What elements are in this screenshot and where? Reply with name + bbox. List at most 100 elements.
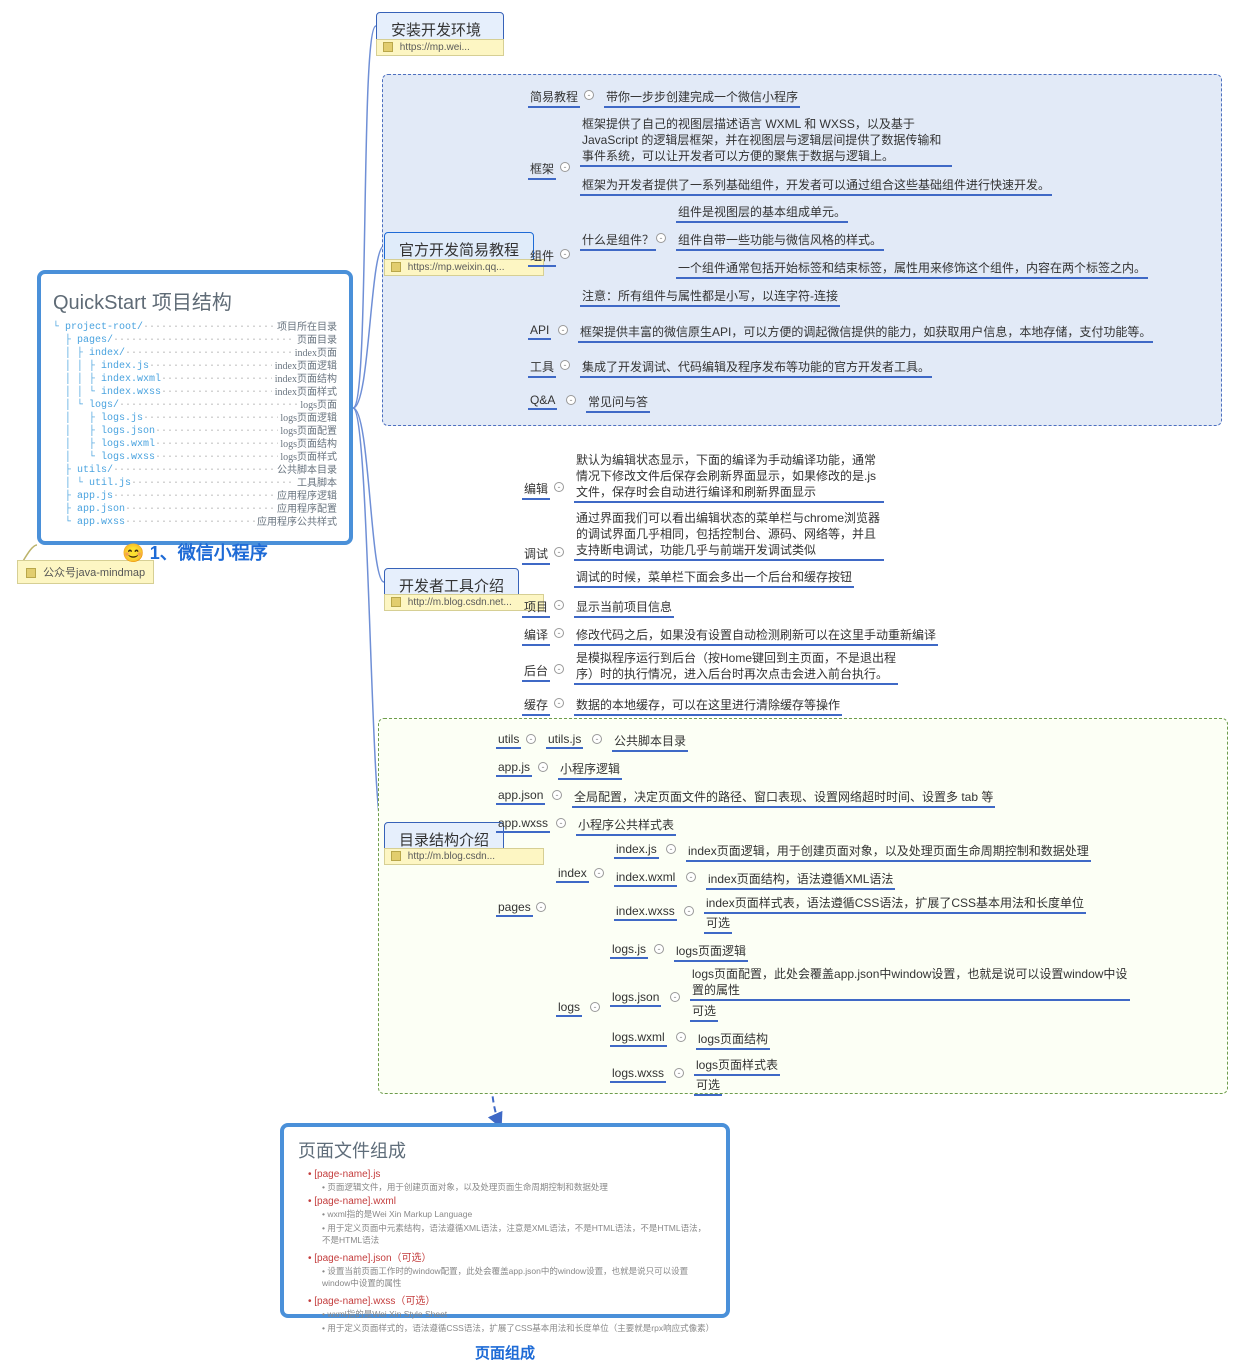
card1-title: QuickStart 项目结构	[53, 286, 337, 315]
expand-dot[interactable]	[536, 902, 546, 912]
node-api[interactable]: API	[528, 323, 551, 340]
node-logs[interactable]: logs	[556, 1000, 582, 1017]
node-logsjson-desc: logs页面配置，此处会覆盖app.json中window设置，也就是说可以设置…	[690, 966, 1130, 1001]
note-icon	[391, 262, 401, 272]
node-logswxss-desc: logs页面样式表	[694, 1056, 780, 1076]
node-pages[interactable]: pages	[496, 900, 533, 917]
directory-tree: └ project-root/ ························…	[53, 321, 337, 529]
node-index[interactable]: index	[556, 866, 589, 883]
node-project-desc: 显示当前项目信息	[574, 598, 674, 618]
node-compile[interactable]: 编译	[522, 626, 550, 646]
node-indexwxss-opt: 可选	[704, 914, 732, 934]
node-indexwxml-desc: index页面结构，语法遵循XML语法	[706, 870, 895, 890]
expand-dot[interactable]	[538, 762, 548, 772]
expand-dot[interactable]	[654, 944, 664, 954]
expand-dot[interactable]	[686, 872, 696, 882]
node-background[interactable]: 后台	[522, 662, 550, 682]
link-text: https://mp.weixin.qq...	[408, 262, 505, 273]
note-icon	[391, 597, 401, 607]
node-edit-desc: 默认为编辑状态显示，下面的编译为手动编译功能，通常情况下修改文件后保存会刷新界面…	[574, 452, 884, 503]
node-tool-desc: 集成了开发调试、代码编辑及程序发布等功能的官方开发者工具。	[580, 358, 932, 378]
node-comp-note: 注意：所有组件与属性都是小写，以连字符-连接	[580, 287, 840, 307]
node-appwxss-desc: 小程序公共样式表	[576, 816, 676, 836]
node-cache[interactable]: 缓存	[522, 696, 550, 716]
note-icon	[26, 568, 36, 578]
node-component[interactable]: 组件	[528, 247, 556, 267]
branch-a-link[interactable]: https://mp.wei...	[376, 39, 504, 56]
note-icon	[391, 851, 401, 861]
node-background-desc: 是模拟程序运行到后台（按Home键回到主页面，不是退出程序）时的执行情况，进入后…	[574, 650, 898, 685]
card2-title: 页面文件组成	[298, 1137, 712, 1163]
quickstart-card: QuickStart 项目结构 └ project-root/ ········…	[37, 270, 353, 545]
node-logswxml[interactable]: logs.wxml	[610, 1030, 667, 1047]
node-comp-d1: 组件是视图层的基本组成单元。	[676, 203, 848, 223]
expand-dot[interactable]	[566, 395, 576, 405]
node-indexwxml[interactable]: index.wxml	[614, 870, 677, 887]
node-utils-desc: 公共脚本目录	[612, 732, 688, 752]
expand-dot[interactable]	[554, 698, 564, 708]
expand-dot[interactable]	[584, 90, 594, 100]
expand-dot[interactable]	[554, 664, 564, 674]
node-edit[interactable]: 编辑	[522, 480, 550, 500]
expand-dot[interactable]	[554, 628, 564, 638]
node-tool[interactable]: 工具	[528, 358, 556, 378]
node-logsjs-desc: logs页面逻辑	[674, 942, 748, 962]
branch-b-link[interactable]: https://mp.weixin.qq...	[384, 259, 544, 276]
expand-dot[interactable]	[656, 233, 666, 243]
node-appjson[interactable]: app.json	[496, 788, 545, 805]
card2-body: • [page-name].js• 页面逻辑文件，用于创建页面对象，以及处理页面…	[298, 1169, 712, 1334]
expand-dot[interactable]	[594, 868, 604, 878]
expand-dot[interactable]	[558, 325, 568, 335]
link-text: https://mp.wei...	[400, 42, 470, 53]
expand-dot[interactable]	[684, 906, 694, 916]
node-framework[interactable]: 框架	[528, 160, 556, 180]
expand-dot[interactable]	[556, 818, 566, 828]
node-logsjs[interactable]: logs.js	[610, 942, 648, 959]
expand-dot[interactable]	[554, 482, 564, 492]
note-icon	[383, 42, 393, 52]
node-indexjs[interactable]: index.js	[614, 842, 659, 859]
node-project[interactable]: 项目	[522, 598, 550, 618]
link-text: http://m.blog.csdn...	[408, 851, 495, 862]
node-appjs[interactable]: app.js	[496, 760, 532, 777]
node-logswxml-desc: logs页面结构	[696, 1030, 770, 1050]
node-api-desc: 框架提供丰富的微信原生API，可以方便的调起微信提供的能力，如获取用户信息，本地…	[578, 323, 1153, 343]
node-whatis-component[interactable]: 什么是组件？	[580, 231, 656, 251]
node-appwxss[interactable]: app.wxss	[496, 816, 550, 833]
expand-dot[interactable]	[590, 1002, 600, 1012]
expand-dot[interactable]	[560, 249, 570, 259]
node-compile-desc: 修改代码之后，如果没有设置自动检测刷新可以在这里手动重新编译	[574, 626, 938, 646]
expand-dot[interactable]	[674, 1068, 684, 1078]
expand-dot[interactable]	[592, 734, 602, 744]
node-indexwxss-desc: index页面样式表，语法遵循CSS语法，扩展了CSS基本用法和长度单位	[704, 894, 1086, 914]
node-qa[interactable]: Q&A	[528, 393, 557, 410]
node-debug[interactable]: 调试	[522, 545, 550, 565]
expand-dot[interactable]	[560, 360, 570, 370]
expand-dot[interactable]	[554, 600, 564, 610]
node-debug-d2: 调试的时候，菜单栏下面会多出一个后台和缓存按钮	[574, 568, 854, 588]
expand-dot[interactable]	[554, 547, 564, 557]
node-logswxss-opt: 可选	[694, 1076, 722, 1096]
card1-footer: 1、微信小程序	[150, 543, 268, 563]
node-cache-desc: 数据的本地缓存，可以在这里进行清除缓存等操作	[574, 696, 842, 716]
expand-dot[interactable]	[676, 1032, 686, 1042]
expand-dot[interactable]	[552, 790, 562, 800]
expand-dot[interactable]	[560, 162, 570, 172]
node-logsjson-opt: 可选	[690, 1002, 718, 1022]
node-qa-desc: 常见问与答	[586, 393, 650, 413]
node-utils[interactable]: utils	[496, 732, 521, 749]
branch-d-link[interactable]: http://m.blog.csdn...	[384, 848, 544, 865]
node-comp-d3: 一个组件通常包括开始标签和结束标签，属性用来修饰这个组件，内容在两个标签之内。	[676, 259, 1148, 279]
expand-dot[interactable]	[526, 734, 536, 744]
node-logswxss[interactable]: logs.wxss	[610, 1066, 666, 1083]
node-logsjson[interactable]: logs.json	[610, 990, 661, 1007]
card2-footer: 页面组成	[284, 1340, 726, 1365]
branch-c-link[interactable]: http://m.blog.csdn.net...	[384, 594, 544, 611]
smile-icon: 😊	[122, 543, 144, 563]
link-text: http://m.blog.csdn.net...	[408, 597, 512, 608]
node-utilsjs[interactable]: utils.js	[546, 732, 583, 749]
expand-dot[interactable]	[666, 844, 676, 854]
expand-dot[interactable]	[670, 992, 680, 1002]
node-simple-tutorial[interactable]: 简易教程	[528, 88, 580, 108]
node-indexwxss[interactable]: index.wxss	[614, 904, 677, 921]
